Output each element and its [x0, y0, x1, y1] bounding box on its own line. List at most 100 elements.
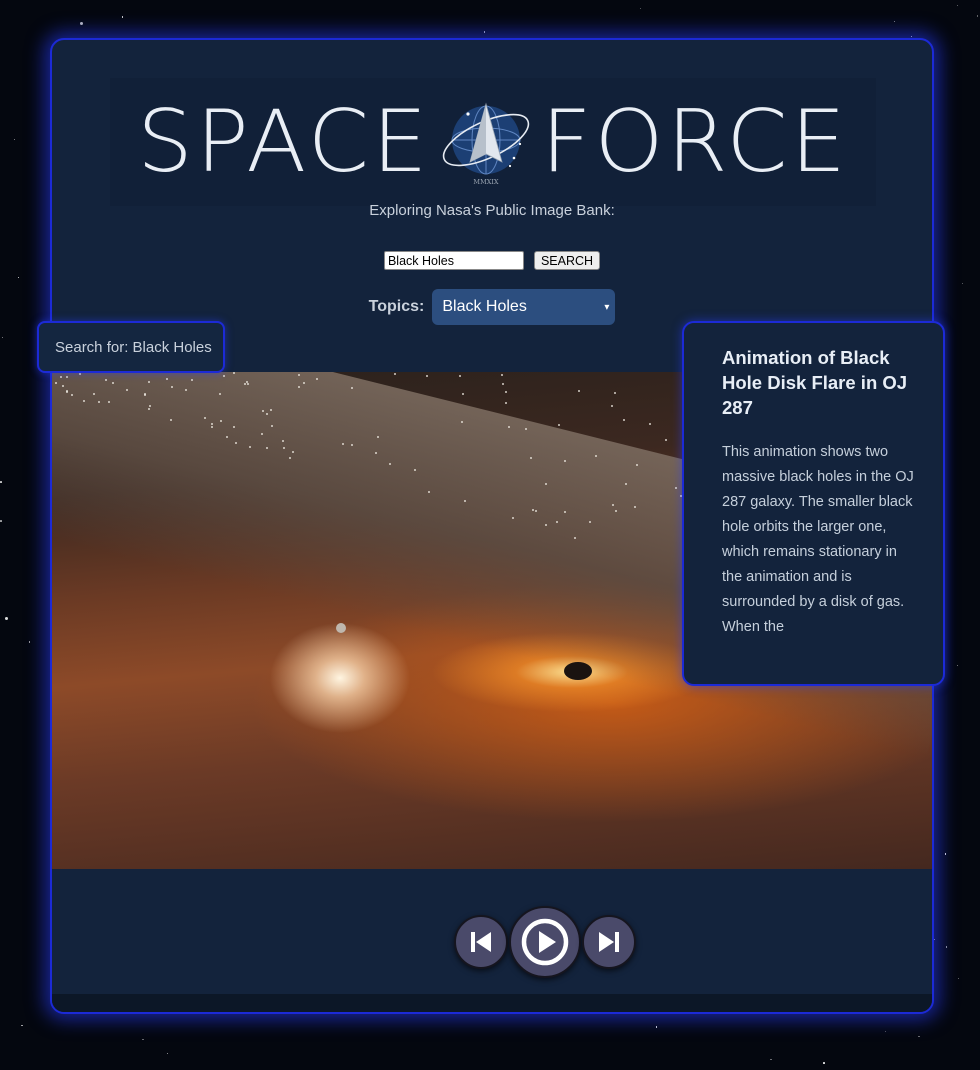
hero-star	[610, 405, 613, 408]
hero-star	[413, 468, 416, 471]
star	[976, 15, 979, 17]
star	[1, 337, 3, 339]
hero-star	[614, 392, 617, 395]
star	[0, 481, 2, 483]
image-description: This animation shows two massive black h…	[722, 444, 914, 635]
space-force-seal-icon: MMXIX	[442, 102, 529, 186]
hero-star	[170, 385, 173, 388]
logo-text-right: FORCE	[540, 92, 849, 192]
hero-star	[393, 372, 396, 375]
play-button[interactable]	[509, 906, 581, 978]
hero-star	[265, 412, 268, 415]
hero-star	[147, 408, 150, 411]
star	[956, 664, 959, 667]
hero-star	[573, 536, 576, 539]
star	[0, 520, 2, 522]
hero-star	[534, 510, 537, 512]
hero-star	[502, 383, 505, 386]
topics-selected-value: Black Holes	[442, 298, 527, 315]
hero-star	[635, 463, 638, 466]
hero-star	[563, 510, 566, 513]
hero-star	[97, 400, 100, 403]
hero-star	[425, 374, 428, 377]
hero-star	[649, 423, 652, 426]
hero-star	[544, 482, 547, 485]
star	[483, 31, 486, 33]
hero-star	[234, 441, 237, 444]
space-force-banner: SPACE MMXIX FORCE	[110, 78, 876, 206]
star	[4, 616, 8, 620]
hero-star	[245, 380, 248, 383]
hero-star	[54, 381, 57, 384]
star	[944, 853, 947, 855]
image-info-card: Animation of Black Hole Disk Flare in OJ…	[682, 321, 945, 686]
page-subtitle: Exploring Nasa's Public Image Bank:	[369, 202, 615, 219]
star	[655, 1026, 658, 1028]
hero-star	[243, 382, 246, 385]
hero-star	[558, 423, 561, 426]
star	[770, 1058, 772, 1061]
hero-star	[107, 401, 110, 404]
hero-star	[578, 389, 581, 392]
skip-next-icon	[599, 932, 619, 952]
hero-star	[222, 374, 225, 377]
star	[918, 1035, 920, 1038]
image-title: Animation of Black Hole Disk Flare in OJ…	[722, 347, 908, 418]
seal-text: MMXIX	[473, 178, 499, 186]
hero-star	[165, 377, 168, 380]
star	[911, 36, 913, 37]
logo-text-left: SPACE	[137, 92, 431, 192]
hero-star	[633, 505, 636, 508]
hero-star	[291, 451, 294, 454]
star	[21, 1024, 23, 1027]
hero-star	[461, 392, 464, 395]
hero-star	[612, 503, 615, 506]
hero-star	[622, 418, 625, 421]
hero-star	[664, 439, 667, 442]
search-button[interactable]: SEARCH	[533, 251, 601, 270]
star	[957, 5, 959, 7]
hero-star	[504, 401, 507, 404]
current-search-tag: Search for: Black Holes	[37, 321, 225, 373]
hero-star	[505, 391, 508, 394]
topics-label: Topics:	[368, 298, 425, 315]
small-black-hole	[336, 623, 346, 633]
hero-star	[375, 451, 378, 454]
hero-star	[297, 373, 300, 376]
hero-star	[281, 440, 284, 443]
topics-row: Topics: Black Holes ▾	[52, 289, 932, 325]
topics-select[interactable]: Black Holes ▾	[432, 289, 616, 325]
star	[884, 1031, 886, 1033]
panel-footer-strip	[52, 994, 932, 1012]
previous-button[interactable]	[454, 915, 508, 969]
star	[79, 22, 83, 26]
star	[640, 8, 642, 10]
hero-star	[283, 446, 286, 449]
play-circle-icon	[521, 918, 569, 966]
hero-star	[563, 459, 566, 462]
hero-star	[588, 520, 591, 523]
hero-star	[260, 432, 263, 435]
hero-star	[232, 426, 235, 429]
search-input[interactable]	[383, 251, 524, 270]
star	[166, 1052, 169, 1055]
star	[957, 977, 960, 980]
next-button[interactable]	[582, 915, 636, 969]
star	[962, 282, 964, 284]
hero-star	[675, 486, 678, 489]
hero-star	[225, 436, 228, 439]
media-controls	[454, 906, 636, 978]
hero-star	[341, 442, 344, 445]
skip-previous-icon	[471, 932, 491, 952]
star	[28, 641, 31, 643]
large-black-hole	[564, 662, 592, 680]
hero-star	[555, 521, 558, 524]
hero-star	[105, 378, 108, 381]
hero-star	[203, 416, 206, 419]
star	[142, 1038, 144, 1041]
star	[893, 20, 895, 22]
hero-star	[500, 373, 503, 376]
hero-star	[184, 388, 187, 391]
hero-star	[458, 374, 461, 377]
hero-star	[614, 509, 617, 512]
